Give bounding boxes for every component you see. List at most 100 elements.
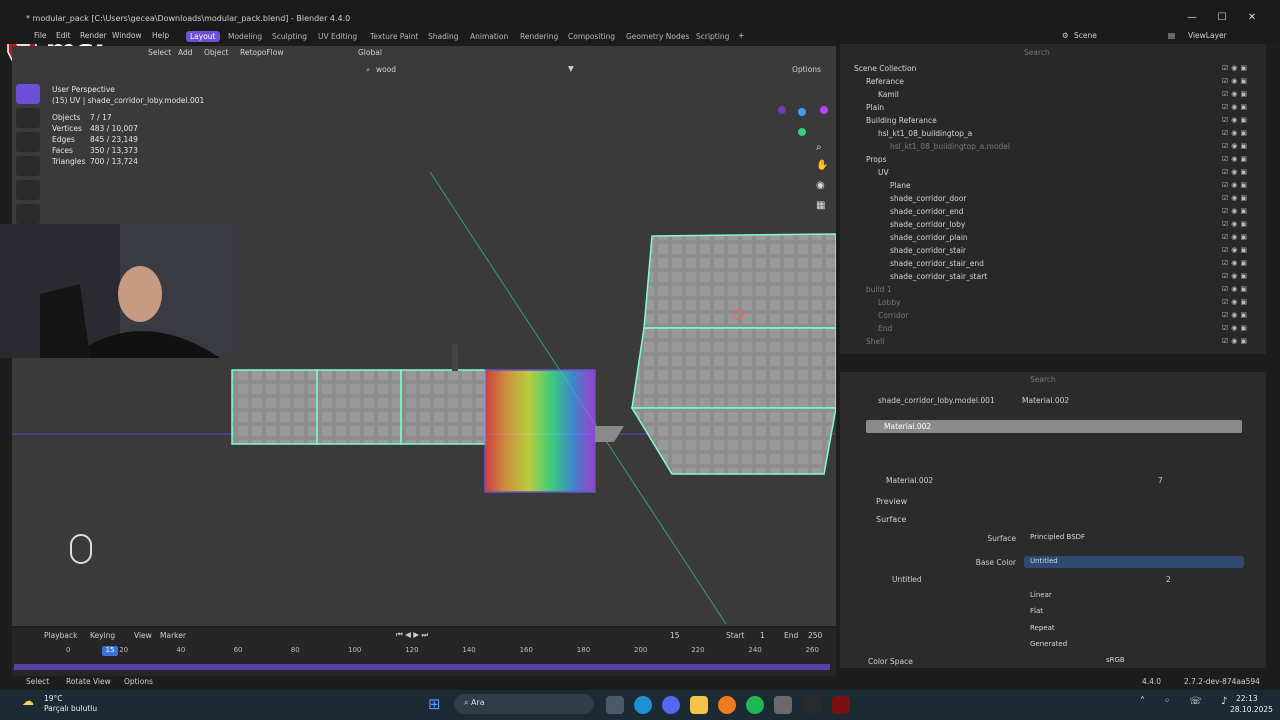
surface-shader-field[interactable]: Principled BSDF bbox=[1024, 532, 1244, 544]
camera-icon[interactable]: ◉ bbox=[816, 180, 825, 191]
rotate-tool-button[interactable] bbox=[16, 156, 40, 176]
transform-orientation[interactable]: Global bbox=[358, 48, 382, 57]
blender-icon[interactable] bbox=[718, 696, 736, 714]
keying-menu[interactable]: Keying bbox=[90, 631, 115, 640]
outliner-item[interactable]: shade_corridor_plain bbox=[890, 233, 968, 246]
menu-edit[interactable]: Edit bbox=[56, 31, 71, 40]
source-dropdown[interactable]: Generated bbox=[1024, 639, 1244, 651]
outliner-item[interactable]: Plane bbox=[890, 181, 911, 194]
filter-icon[interactable]: ▼ bbox=[568, 64, 574, 73]
visibility-icon[interactable]: ☑◉▣ bbox=[1222, 298, 1250, 306]
tab-sculpting[interactable]: Sculpting bbox=[268, 31, 311, 42]
visibility-icon[interactable]: ☑◉▣ bbox=[1222, 324, 1250, 332]
projection-dropdown[interactable]: Flat bbox=[1024, 606, 1244, 618]
visibility-icon[interactable]: ☑◉▣ bbox=[1222, 259, 1250, 267]
menu-file[interactable]: File bbox=[34, 31, 47, 40]
tab-layout[interactable]: Layout bbox=[186, 31, 220, 42]
outliner-item[interactable]: shade_corridor_stair_end bbox=[890, 259, 984, 272]
visibility-icon[interactable]: ☑◉▣ bbox=[1222, 129, 1250, 137]
start-field[interactable]: 1 bbox=[760, 631, 765, 640]
outliner-item[interactable]: Corridor bbox=[878, 311, 908, 324]
visibility-icon[interactable]: ☑◉▣ bbox=[1222, 337, 1250, 345]
close-icon[interactable]: ✕ bbox=[1242, 12, 1262, 23]
visibility-icon[interactable]: ☑◉▣ bbox=[1222, 181, 1250, 189]
surface-section[interactable]: Surface bbox=[876, 515, 906, 524]
app-icon[interactable] bbox=[774, 696, 792, 714]
edge-icon[interactable] bbox=[634, 696, 652, 714]
outliner-search-placeholder[interactable]: Search bbox=[1024, 48, 1050, 57]
visibility-icon[interactable]: ☑◉▣ bbox=[1222, 142, 1250, 150]
material-name[interactable]: Material.002 bbox=[886, 476, 933, 485]
select-tool-button[interactable] bbox=[16, 84, 40, 104]
current-frame-field[interactable]: 15 bbox=[670, 631, 680, 640]
outliner-item[interactable]: Props bbox=[866, 155, 887, 168]
windows-start-icon[interactable]: ⊞ bbox=[428, 695, 441, 713]
tab-rendering[interactable]: Rendering bbox=[516, 31, 562, 42]
outliner-item[interactable]: build 1 bbox=[866, 285, 892, 298]
visibility-icon[interactable]: ☑◉▣ bbox=[1222, 220, 1250, 228]
outliner-item[interactable]: End bbox=[878, 324, 892, 337]
visibility-icon[interactable]: ☑◉▣ bbox=[1222, 311, 1250, 319]
outliner-item[interactable]: Scene Collection bbox=[854, 64, 916, 77]
outliner-item[interactable]: shade_corridor_end bbox=[890, 207, 964, 220]
explorer-icon[interactable] bbox=[690, 696, 708, 714]
tab-geometry-nodes[interactable]: Geometry Nodes bbox=[622, 31, 693, 42]
tab-animation[interactable]: Animation bbox=[466, 31, 512, 42]
outliner-item[interactable]: shade_corridor_stair_start bbox=[890, 272, 987, 285]
viewport-search-value[interactable]: wood bbox=[376, 65, 396, 74]
tray-icons[interactable]: ˄ ◦ ☏ ♪ bbox=[1140, 696, 1235, 707]
visibility-icon[interactable]: ☑◉▣ bbox=[1222, 90, 1250, 98]
terminal-icon[interactable] bbox=[804, 696, 822, 714]
play-controls[interactable]: ⏮ ◀ ▶ ⏭ bbox=[396, 630, 428, 640]
menu-render[interactable]: Render bbox=[80, 31, 107, 40]
vp-add-menu[interactable]: Add bbox=[178, 48, 193, 57]
minimize-icon[interactable]: — bbox=[1182, 12, 1202, 23]
extension-dropdown[interactable]: Repeat bbox=[1024, 623, 1244, 635]
preview-section[interactable]: Preview bbox=[876, 497, 907, 506]
visibility-icon[interactable]: ☑◉▣ bbox=[1222, 77, 1250, 85]
color-space-dropdown[interactable]: sRGB bbox=[1100, 655, 1244, 667]
cursor-tool-button[interactable] bbox=[16, 108, 40, 128]
msi-app-icon[interactable] bbox=[832, 696, 850, 714]
end-field[interactable]: 250 bbox=[808, 631, 822, 640]
visibility-icon[interactable]: ☑◉▣ bbox=[1222, 207, 1250, 215]
base-color-field[interactable]: Untitled bbox=[1024, 556, 1244, 568]
visibility-icon[interactable]: ☑◉▣ bbox=[1222, 194, 1250, 202]
visibility-icon[interactable]: ☑◉▣ bbox=[1222, 168, 1250, 176]
outliner-item[interactable]: Building Referance bbox=[866, 116, 937, 129]
task-view-icon[interactable] bbox=[606, 696, 624, 714]
taskbar-search[interactable]: ⌕ Ara bbox=[454, 694, 594, 714]
spotify-icon[interactable] bbox=[746, 696, 764, 714]
scene-name[interactable]: Scene bbox=[1074, 31, 1097, 40]
outliner-item[interactable]: Referance bbox=[866, 77, 904, 90]
viewlayer-name[interactable]: ViewLayer bbox=[1188, 31, 1227, 40]
view-menu[interactable]: View bbox=[134, 631, 152, 640]
outliner-item[interactable]: shade_corridor_door bbox=[890, 194, 966, 207]
transform-tool-button[interactable] bbox=[16, 204, 40, 224]
visibility-icon[interactable]: ☑◉▣ bbox=[1222, 285, 1250, 293]
vp-select-menu[interactable]: Select bbox=[148, 48, 171, 57]
visibility-icon[interactable]: ☑◉▣ bbox=[1222, 64, 1250, 72]
tab-scripting[interactable]: Scripting bbox=[692, 31, 733, 42]
outliner-item[interactable]: UV bbox=[878, 168, 889, 181]
visibility-icon[interactable]: ☑◉▣ bbox=[1222, 272, 1250, 280]
props-search-placeholder[interactable]: Search bbox=[1030, 375, 1056, 384]
outliner-item[interactable]: shade_corridor_loby bbox=[890, 220, 965, 233]
visibility-icon[interactable]: ☑◉▣ bbox=[1222, 103, 1250, 111]
visibility-icon[interactable]: ☑◉▣ bbox=[1222, 246, 1250, 254]
outliner-item[interactable]: Lobby bbox=[878, 298, 901, 311]
tab-shading[interactable]: Shading bbox=[424, 31, 462, 42]
playhead[interactable]: 15 bbox=[102, 646, 118, 656]
menu-help[interactable]: Help bbox=[152, 31, 169, 40]
playback-menu[interactable]: Playback bbox=[44, 631, 77, 640]
move-tool-button[interactable] bbox=[16, 132, 40, 152]
material-slot[interactable]: Material.002 bbox=[866, 420, 1242, 433]
tab-modeling[interactable]: Modeling bbox=[224, 31, 266, 42]
outliner-item[interactable]: hsl_kt1_08_buildingtop_a bbox=[878, 129, 972, 142]
tab-texture-paint[interactable]: Texture Paint bbox=[366, 31, 422, 42]
interpolation-dropdown[interactable]: Linear bbox=[1024, 590, 1244, 602]
tab-uv-editing[interactable]: UV Editing bbox=[314, 31, 361, 42]
outliner-item[interactable]: Shell bbox=[866, 337, 884, 350]
grid-icon[interactable]: ▦ bbox=[816, 200, 825, 211]
marker-menu[interactable]: Marker bbox=[160, 631, 186, 640]
